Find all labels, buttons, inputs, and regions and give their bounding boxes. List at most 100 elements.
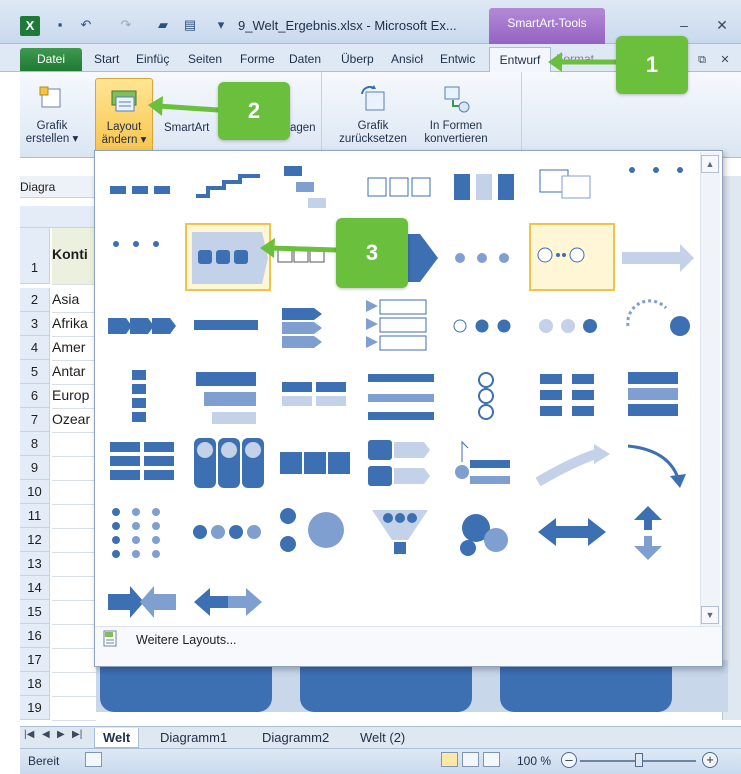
sheet-tab-diagramm2[interactable]: Diagramm2 [254, 728, 337, 748]
sheet-prev-icon[interactable]: ◀ [42, 729, 50, 740]
layout-thumbnail[interactable] [185, 223, 271, 291]
layout-thumbnail[interactable] [622, 244, 694, 272]
row-header[interactable]: 19 [20, 696, 50, 720]
layout-thumbnail[interactable] [193, 525, 261, 539]
row-header[interactable]: 3 [20, 312, 50, 336]
layout-thumbnail[interactable] [629, 167, 683, 173]
cell-a[interactable]: Amer [52, 339, 96, 355]
row-header[interactable]: 13 [20, 552, 50, 576]
layout-thumbnail[interactable] [280, 452, 350, 474]
layout-thumbnail[interactable] [627, 444, 686, 488]
layout-thumbnail[interactable] [539, 319, 597, 333]
layout-thumbnail[interactable] [529, 223, 615, 291]
layout-thumbnail[interactable] [277, 247, 325, 263]
cell-a[interactable]: Europ [52, 387, 96, 403]
zoom-out-icon[interactable]: – [561, 752, 577, 768]
cell-a[interactable]: Afrika [52, 315, 96, 331]
row-header[interactable]: 12 [20, 528, 50, 552]
tab-format[interactable]: Format [556, 52, 594, 66]
sheet-tab-welt[interactable]: Welt [94, 728, 140, 748]
reset-graphic-button[interactable]: Grafik zurücksetzen [330, 78, 416, 158]
row-header[interactable]: 7 [20, 408, 50, 432]
tab-start[interactable]: Start [94, 52, 119, 66]
layout-thumbnail[interactable] [108, 318, 176, 334]
vertical-scrollbar[interactable] [722, 176, 741, 720]
row-header[interactable]: 9 [20, 456, 50, 480]
layout-thumbnail[interactable] [110, 186, 170, 194]
row-header[interactable]: 4 [20, 336, 50, 360]
layout-thumbnail[interactable] [453, 319, 511, 333]
layout-thumbnail[interactable] [535, 444, 610, 487]
layout-thumbnail[interactable] [110, 442, 174, 480]
row-header[interactable]: 6 [20, 384, 50, 408]
gallery-scrollbar[interactable] [700, 152, 720, 626]
row-header[interactable]: 16 [20, 624, 50, 648]
undo-icon[interactable]: ↶ [78, 17, 94, 33]
row-header[interactable]: 14 [20, 576, 50, 600]
smartart-shape-3[interactable] [500, 660, 672, 712]
layout-thumbnail[interactable] [372, 510, 428, 554]
layout-thumbnail[interactable] [539, 169, 591, 199]
gallery-scroll-down-icon[interactable]: ▼ [701, 606, 719, 624]
page-layout-view-icon[interactable] [462, 752, 479, 767]
layout-thumbnail[interactable] [194, 588, 262, 616]
cell-a[interactable]: Antar [52, 363, 96, 379]
layout-thumbnail[interactable] [368, 440, 430, 486]
layout-thumbnail[interactable] [280, 508, 344, 552]
layout-thumbnail[interactable] [196, 372, 256, 424]
layout-thumbnail[interactable] [108, 586, 176, 618]
gallery-scroll-up-icon[interactable]: ▲ [701, 155, 719, 173]
layout-thumbnail[interactable] [113, 241, 159, 247]
row-header[interactable]: 2 [20, 288, 50, 312]
tab-formulas[interactable]: Forme [240, 52, 275, 66]
name-box[interactable]: Diagra [20, 180, 55, 194]
row-header[interactable]: 15 [20, 600, 50, 624]
tab-data[interactable]: Daten [289, 52, 321, 66]
layout-thumbnail[interactable] [540, 374, 594, 416]
close-workbook-icon[interactable]: ✕ [717, 52, 733, 68]
restore-ribbon-icon[interactable]: ⧉ [694, 52, 710, 68]
add-shape-button[interactable]: Grafik erstellen ▾ [24, 78, 80, 158]
tab-developer[interactable]: Entwic [440, 52, 475, 66]
smartart-shape-2[interactable] [300, 660, 472, 712]
change-layout-button[interactable]: Layout ändern ▾ [95, 78, 153, 156]
cell-a[interactable]: Asia [52, 291, 96, 307]
tab-page-layout[interactable]: Seiten [188, 52, 222, 66]
layout-thumbnail[interactable] [194, 438, 264, 488]
layout-thumbnail[interactable] [282, 308, 322, 348]
normal-view-icon[interactable] [441, 752, 458, 767]
layout-thumbnail[interactable] [454, 174, 514, 200]
row-header[interactable]: 17 [20, 648, 50, 672]
layout-thumbnail[interactable] [626, 299, 690, 336]
row-header[interactable]: 11 [20, 504, 50, 528]
sheet-last-icon[interactable]: ▶| [72, 729, 82, 740]
zoom-in-icon[interactable]: + [702, 752, 718, 768]
close-icon[interactable]: ✕ [714, 17, 730, 33]
more-layouts-link[interactable]: Weitere Layouts... [136, 633, 237, 647]
layout-thumbnail[interactable] [634, 506, 662, 560]
smartart-shape-1[interactable] [100, 660, 272, 712]
excel-logo-icon[interactable]: X [20, 16, 40, 36]
layout-thumbnail[interactable] [194, 320, 258, 330]
layout-thumbnail[interactable] [478, 372, 494, 420]
layout-thumbnail[interactable] [455, 253, 509, 263]
minimize-icon[interactable]: – [676, 17, 692, 33]
sheet-first-icon[interactable]: |◀ [24, 729, 34, 740]
macro-record-icon[interactable] [85, 752, 102, 767]
tab-view[interactable]: Ansicł [391, 52, 423, 66]
layout-thumbnail[interactable] [455, 440, 510, 484]
layout-thumbnail[interactable] [196, 174, 260, 198]
quick-print-icon[interactable]: ▤ [182, 17, 198, 33]
tab-review[interactable]: Überp [341, 52, 374, 66]
layout-thumbnail[interactable] [368, 374, 434, 420]
layout-thumbnail[interactable] [460, 514, 508, 556]
customize-toolbar-icon[interactable]: ▾ [213, 17, 229, 33]
page-break-view-icon[interactable] [483, 752, 500, 767]
sheet-next-icon[interactable]: ▶ [57, 729, 65, 740]
zoom-slider-thumb[interactable] [635, 753, 643, 767]
tab-file[interactable]: Datei [20, 48, 82, 71]
row-header[interactable]: 5 [20, 360, 50, 384]
cell-a[interactable]: Ozear [52, 411, 96, 427]
cell-a[interactable]: Konti [52, 246, 96, 262]
row-header[interactable]: 1 [20, 228, 50, 284]
